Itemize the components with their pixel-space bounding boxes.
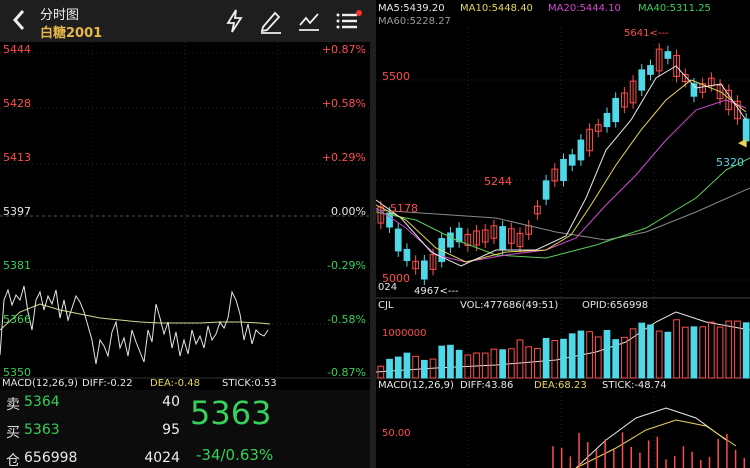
volume-bar [673,319,680,379]
annotation-5244: 5244 [484,175,512,188]
volume-bar [560,338,567,379]
volume-bar [664,331,672,379]
kline-panel: MA5:5439.20 MA10:5448.40 MA20:5444.10 MA… [376,0,750,468]
price-level-label: 5428 [3,97,31,110]
sell-label: 卖 [6,397,20,413]
buy-qty: 95 [162,422,180,438]
volume-bar [447,344,454,379]
volume-bar [542,337,550,379]
price-level-label: 5444 [3,43,31,56]
volume-bar [594,336,602,379]
cjl-label: CJL [378,300,394,311]
volume-bar [412,355,419,379]
macd-diff: DIFF:43.86 [460,380,514,391]
pct-level-label: 0.00% [331,205,366,218]
intraday-chart [0,42,370,379]
volume-bar [638,322,646,379]
price-level-label: 5397 [3,205,31,218]
price-line [0,285,269,365]
volume-bar [438,345,446,379]
volume-bar [403,352,411,379]
ma10-label: MA10:5448.40 [460,3,533,14]
price-level-label: 5413 [3,151,31,164]
ma20-label: MA20:5444.10 [548,3,621,14]
ma5-label: MA5:5439.20 [378,3,445,14]
high-annotation: 5641<--- [624,28,669,39]
buy-label: 买 [6,425,20,441]
candlesticks [377,43,750,286]
volume-bar [420,359,428,379]
intraday-panel: 分时图 白糖2001 5444 +0.87% 5428 +0.58% 5413 … [0,0,370,468]
volume-bar [612,339,620,379]
volume-bar [734,320,741,379]
macd-label: MACD(12,26,9) [378,380,454,391]
pct-level-label: +0.29% [321,151,366,164]
pct-level-label: -0.29% [327,259,366,272]
volume-bar [577,330,585,379]
macd-dea: DEA:-0.48 [150,378,200,389]
sell-price: 5364 [24,394,60,410]
volume-bar [725,320,733,379]
annotation-024: 024 [378,282,398,293]
ma40-label: MA40:5311.25 [638,3,711,14]
volume-bar [386,358,393,379]
volume-bar [586,331,593,379]
ma60-label: MA60:5228.27 [378,16,451,27]
volume-bar [603,330,611,379]
macd-diff: DIFF:-0.22 [82,378,133,389]
price-level-label: 5381 [3,259,31,272]
volume-bar [499,349,506,379]
oi-label: 仓 [6,453,20,468]
volume-bar [394,356,402,379]
order-book: 卖 5364 40 买 5363 95 仓 656998 4024 [0,390,370,468]
volume-bar [647,324,654,379]
macd-diff-line [575,407,727,468]
open-interest: 656998 [24,450,78,466]
pct-level-label: -0.87% [327,366,366,379]
volume-bar [568,333,576,379]
buy-price: 5363 [24,422,60,438]
volume-bar [699,326,707,379]
volume-bar [490,348,498,379]
macd-dea: DEA:68.23 [534,380,587,391]
ma60-line [376,187,750,241]
volume-bar [551,339,559,379]
volume-label: VOL:477686(49:51) [460,300,559,311]
volume: 4024 [144,450,180,466]
annotation-5320: 5320 [716,156,744,169]
macd-stick: STICK:0.53 [222,378,277,389]
volume-bar [534,347,541,379]
kline-chart [376,28,750,468]
annotation-5178: 5178 [390,202,418,215]
opid-label: OPID:656998 [582,300,649,311]
sell-qty: 40 [162,394,180,410]
pct-level-label: +0.87% [321,43,366,56]
current-price-arrow-icon: ◀ [738,136,747,149]
volume-axis-label: 1000000 [382,328,427,339]
macd-axis-label: 50.00 [382,428,411,439]
volume-bar [516,339,524,379]
volume-bar [716,326,724,379]
volume-bar [690,326,698,379]
volume-bar [655,330,663,379]
macd-label: MACD(12,26,9) [2,378,78,389]
price-level-label: 5366 [3,313,31,326]
volume-bar [681,326,689,379]
macd-dea-line [575,419,737,468]
macd-stick: STICK:-48.74 [602,380,667,391]
last-price: 5363 [190,394,272,432]
price-change: -34/0.63% [196,446,274,464]
pct-level-label: +0.58% [321,97,366,110]
low-annotation: 4967<--- [414,286,459,297]
volume-bar [742,322,750,379]
axis-label-5500: 5500 [382,70,410,83]
volume-bar [455,349,463,379]
volume-bar [708,321,715,379]
volume-bars [377,319,750,379]
pct-level-label: -0.58% [327,313,366,326]
